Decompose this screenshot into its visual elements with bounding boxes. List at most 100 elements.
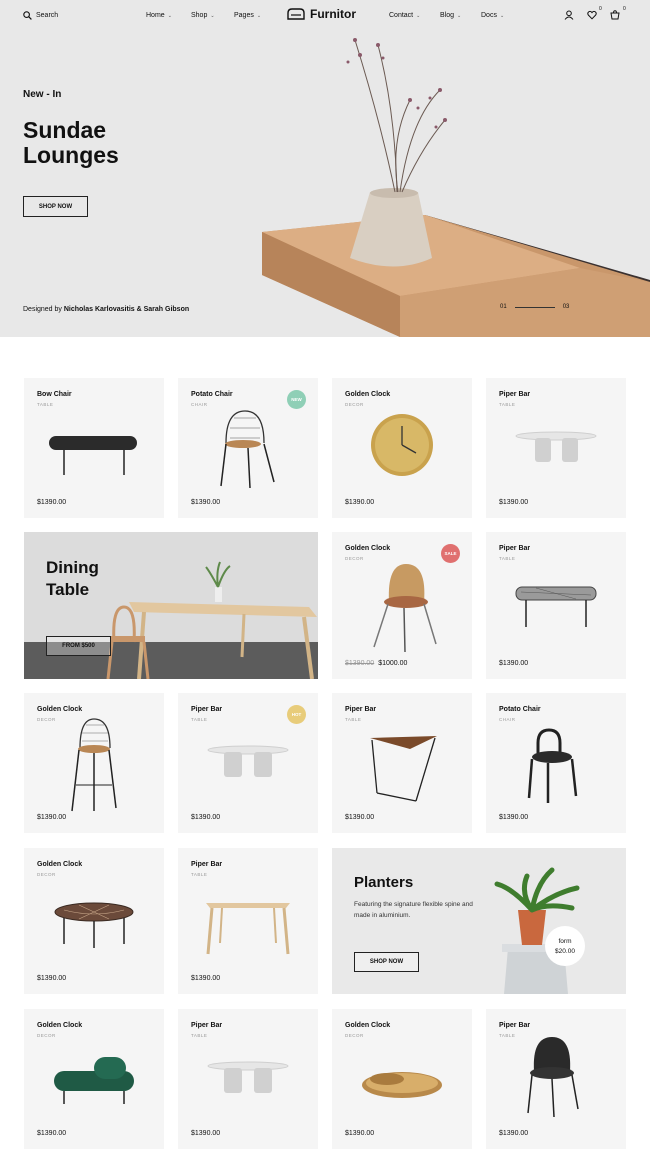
- cart-count: 0: [623, 6, 626, 12]
- product-price: $1390.00: [499, 660, 528, 667]
- product-name[interactable]: Piper Bar: [499, 1022, 530, 1029]
- hero-shop-now-button[interactable]: SHOP NOW: [23, 196, 88, 217]
- pager-total[interactable]: 03: [563, 304, 570, 310]
- product-card[interactable]: Piper Bar TABLE $1390.00: [178, 1009, 318, 1149]
- product-card[interactable]: Golden Clock DECOR $1390.00: [332, 1009, 472, 1149]
- product-name[interactable]: Golden Clock: [37, 861, 82, 868]
- product-category: CHAIR: [499, 717, 516, 722]
- search-trigger[interactable]: Search: [23, 11, 58, 20]
- price-value: $1390.00: [191, 499, 221, 506]
- pager-current[interactable]: 01: [500, 304, 507, 310]
- product-name[interactable]: Golden Clock: [37, 1022, 82, 1029]
- cart-icon[interactable]: [610, 10, 620, 20]
- hero-eyebrow: New - In: [23, 89, 62, 100]
- price-value: $1390.00: [499, 499, 529, 506]
- hero-image: [262, 38, 650, 337]
- product-category: TABLE: [191, 872, 208, 877]
- dining-table-promo[interactable]: Dining Table FROM $500: [24, 532, 318, 679]
- site-logo[interactable]: Furnitor: [286, 7, 356, 21]
- nav-item-pages[interactable]: Pages ⌄: [234, 12, 261, 19]
- promo-title: Planters: [354, 874, 414, 891]
- product-card[interactable]: Bow Chair TABLE $1390.00: [24, 378, 164, 518]
- product-price: $1390.00: [499, 814, 528, 821]
- product-name[interactable]: Golden Clock: [345, 391, 390, 398]
- nav-pages-label[interactable]: Pages: [234, 12, 254, 19]
- sale-badge: SALE: [441, 544, 460, 563]
- price-tag: form $20.00: [545, 926, 585, 966]
- product-name[interactable]: Bow Chair: [37, 391, 72, 398]
- planters-promo[interactable]: Planters Featuring the signature flexibl…: [332, 848, 626, 994]
- product-price: $1390.00 $1000.00: [345, 660, 407, 667]
- price-value: $1390.00: [499, 814, 529, 821]
- nav-blog-label[interactable]: Blog: [440, 12, 454, 19]
- product-category: DECOR: [345, 556, 364, 561]
- price-value: $1390.00: [345, 499, 375, 506]
- from-price-button[interactable]: FROM $500: [46, 636, 111, 656]
- product-card[interactable]: SALE Golden Clock DECOR $1390.00 $1000.00: [332, 532, 472, 679]
- product-card[interactable]: Potato Chair CHAIR $1390.00: [486, 693, 626, 833]
- product-card[interactable]: Piper Bar TABLE $1390.00: [178, 848, 318, 994]
- product-price: $1390.00: [191, 975, 220, 982]
- product-category: DECOR: [37, 1033, 56, 1038]
- product-card[interactable]: Piper Bar TABLE $1390.00: [486, 378, 626, 518]
- product-card[interactable]: Golden Clock DECOR $1390.00: [24, 1009, 164, 1149]
- product-card[interactable]: Golden Clock DECOR $1390.00: [24, 693, 164, 833]
- chevron-down-icon: ⌄: [256, 12, 262, 19]
- product-name[interactable]: Piper Bar: [191, 706, 222, 713]
- price-value: $1390.00: [345, 1130, 375, 1137]
- product-price: $1390.00: [499, 499, 528, 506]
- product-card[interactable]: Golden Clock DECOR $1390.00: [24, 848, 164, 994]
- nav-shop-label[interactable]: Shop: [191, 12, 207, 19]
- product-card[interactable]: Piper Bar TABLE $1390.00: [486, 532, 626, 679]
- nav-item-contact[interactable]: Contact ⌄: [389, 12, 420, 19]
- search-icon: [23, 11, 32, 20]
- product-name[interactable]: Golden Clock: [345, 545, 390, 552]
- nav-contact-label[interactable]: Contact: [389, 12, 413, 19]
- product-name[interactable]: Potato Chair: [191, 391, 233, 398]
- product-card[interactable]: Piper Bar TABLE $1390.00: [332, 693, 472, 833]
- product-category: DECOR: [37, 717, 56, 722]
- round-table-image: [54, 902, 134, 948]
- price-value: $1390.00: [499, 1130, 529, 1137]
- clock-image: [371, 414, 433, 476]
- nav-docs-label[interactable]: Docs: [481, 12, 497, 19]
- product-card[interactable]: Piper Bar TABLE $1390.00: [486, 1009, 626, 1149]
- product-name[interactable]: Piper Bar: [191, 1022, 222, 1029]
- hero-pager[interactable]: 01 03: [500, 304, 569, 310]
- hot-badge: HOT: [287, 705, 306, 724]
- nav-item-blog[interactable]: Blog ⌄: [440, 12, 461, 19]
- hero-title: Sundae Lounges: [23, 117, 119, 168]
- heart-icon[interactable]: [587, 10, 597, 20]
- product-name[interactable]: Piper Bar: [499, 391, 530, 398]
- product-name[interactable]: Golden Clock: [345, 1022, 390, 1029]
- product-price: $1390.00: [191, 499, 220, 506]
- credit-names: Nicholas Karlovasitis & Sarah Gibson: [63, 306, 190, 313]
- product-name[interactable]: Piper Bar: [499, 545, 530, 552]
- nav-item-docs[interactable]: Docs ⌄: [481, 12, 504, 19]
- price-value: $1390.00: [191, 814, 221, 821]
- planters-shop-now-button[interactable]: SHOP NOW: [354, 952, 419, 972]
- product-name[interactable]: Golden Clock: [37, 706, 82, 713]
- search-label: Search: [36, 12, 59, 19]
- new-badge: NEW: [287, 390, 306, 409]
- product-price: $1390.00: [191, 1130, 220, 1137]
- product-name[interactable]: Piper Bar: [191, 861, 222, 868]
- wishlist-count: 0: [599, 6, 602, 12]
- product-price: $1390.00: [37, 499, 66, 506]
- nav-item-shop[interactable]: Shop ⌄: [191, 12, 215, 19]
- product-name[interactable]: Potato Chair: [499, 706, 541, 713]
- product-card[interactable]: NEW Potato Chair CHAIR $1390.00: [178, 378, 318, 518]
- product-price: $1390.00: [191, 814, 220, 821]
- user-icon[interactable]: [564, 10, 574, 20]
- chevron-down-icon: ⌄: [499, 12, 505, 19]
- credit-prefix: Designed by: [23, 306, 64, 313]
- product-card[interactable]: Golden Clock DECOR $1390.00: [332, 378, 472, 518]
- bar-stool-image: [71, 718, 117, 812]
- product-category: TABLE: [37, 402, 54, 407]
- product-price: $1390.00: [345, 499, 374, 506]
- product-card[interactable]: HOT Piper Bar TABLE $1390.00: [178, 693, 318, 833]
- logo-text: Furnitor: [310, 7, 356, 21]
- nav-item-home[interactable]: Home ⌄: [146, 12, 172, 19]
- product-name[interactable]: Piper Bar: [345, 706, 376, 713]
- nav-home-label[interactable]: Home: [146, 12, 165, 19]
